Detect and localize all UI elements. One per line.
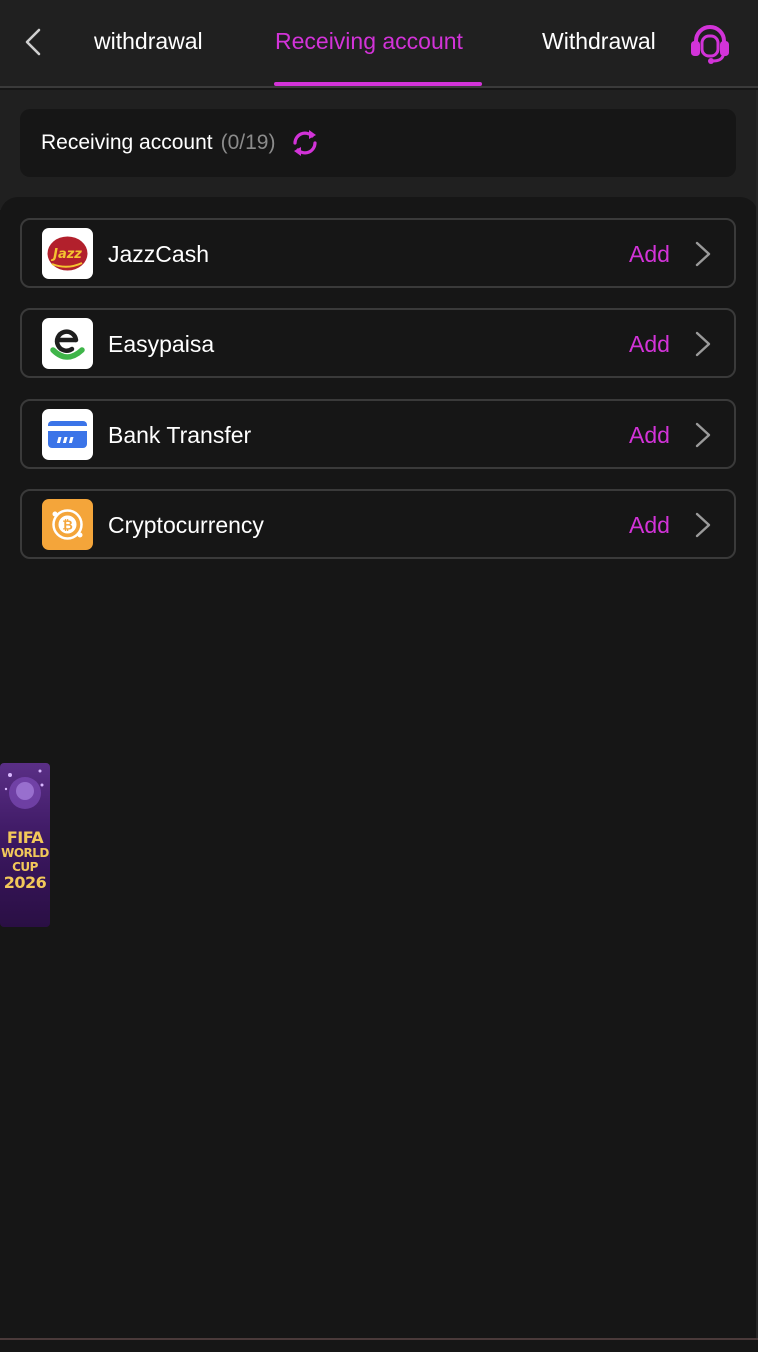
banner-text: FIFA WORLD CUP 2026 [1, 828, 49, 892]
account-count: (0/19) [220, 131, 276, 154]
tab-withdrawal-record[interactable]: Withdrawal [542, 26, 666, 56]
top-navigation-bar: withdrawal Receiving account Withdrawal [0, 0, 758, 88]
method-name: Cryptocurrency [108, 512, 264, 538]
add-jazzcash-button[interactable]: Add [629, 240, 670, 268]
method-name: Easypaisa [108, 331, 215, 357]
refresh-button[interactable] [289, 127, 321, 159]
chevron-left-icon [25, 28, 41, 56]
add-bank-transfer-button[interactable]: Add [629, 421, 670, 449]
svg-text:₿: ₿ [62, 519, 73, 534]
receiving-account-page: withdrawal Receiving account Withdrawal … [0, 0, 758, 1352]
method-item-cryptocurrency[interactable]: ₿ Cryptocurrency Add [20, 489, 736, 559]
tab-receiving-account[interactable]: Receiving account [275, 26, 463, 56]
chevron-right-icon [695, 422, 711, 448]
chevron-right-icon [695, 331, 711, 357]
active-tab-indicator [274, 82, 482, 86]
method-name: JazzCash [108, 241, 209, 267]
bank-card-icon [42, 409, 93, 460]
add-easypaisa-button[interactable]: Add [629, 330, 670, 358]
bitcoin-icon: ₿ [42, 499, 93, 550]
fifa-world-cup-banner[interactable]: FIFA WORLD CUP 2026 [0, 763, 50, 927]
add-cryptocurrency-button[interactable]: Add [629, 511, 670, 539]
easypaisa-logo [42, 318, 93, 369]
receiving-account-bar: Receiving account (0/19) [20, 109, 736, 177]
back-button[interactable] [14, 22, 52, 62]
headset-icon [691, 25, 729, 64]
account-bar-label: Receiving account [41, 131, 213, 154]
chevron-right-icon [695, 512, 711, 538]
bottom-divider [0, 1338, 758, 1340]
tab-withdrawal[interactable]: withdrawal [94, 26, 203, 56]
jazzcash-logo: Jazz [42, 228, 93, 279]
customer-support-button[interactable] [686, 20, 734, 66]
method-item-easypaisa[interactable]: Easypaisa Add [20, 308, 736, 378]
method-item-bank-transfer[interactable]: Bank Transfer Add [20, 399, 736, 469]
svg-text:Jazz: Jazz [50, 247, 82, 262]
method-item-jazzcash[interactable]: Jazz JazzCash Add [20, 218, 736, 288]
method-name: Bank Transfer [108, 422, 252, 448]
refresh-icon [293, 130, 318, 156]
chevron-right-icon [695, 241, 711, 267]
trophy-artwork [4, 769, 44, 809]
